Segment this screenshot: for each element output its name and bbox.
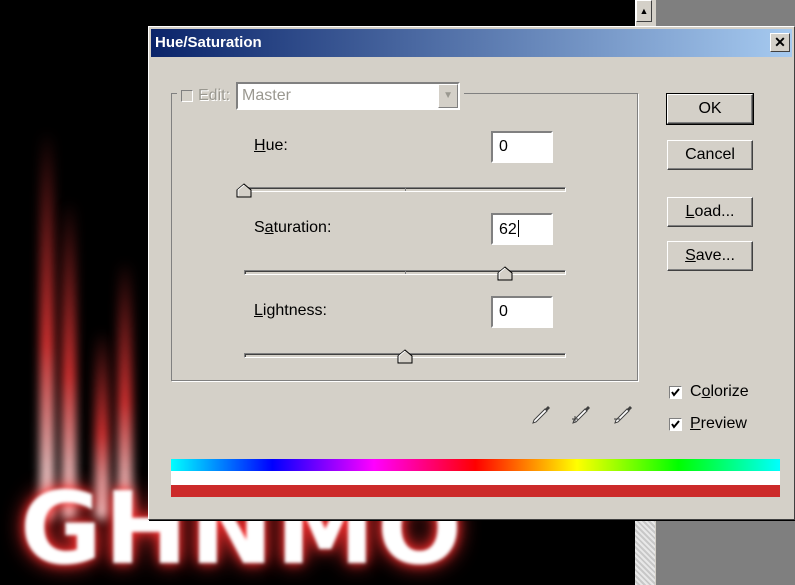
eyedropper-icon[interactable] (529, 403, 553, 427)
edit-legend: Edit: Master ▼ (177, 82, 465, 110)
close-icon: ✕ (774, 34, 786, 50)
hue-saturation-dialog: Hue/Saturation ✕ Edit: Master ▼ Hue: 0 S… (148, 26, 795, 520)
edit-group-box (171, 93, 638, 381)
colorize-checkbox[interactable]: Colorize (669, 383, 749, 401)
saturation-label: Saturation: (254, 219, 332, 236)
chevron-down-icon[interactable]: ▼ (438, 84, 459, 108)
ok-button[interactable]: OK (666, 93, 754, 125)
lightness-input[interactable]: 0 (491, 296, 553, 328)
scrollbar-track[interactable] (635, 520, 655, 585)
lightness-label: Lightness: (254, 302, 327, 319)
hue-slider-thumb[interactable] (236, 183, 252, 198)
close-button[interactable]: ✕ (770, 33, 790, 52)
output-spectrum-bar (171, 485, 780, 497)
saturation-input[interactable]: 62 (491, 213, 553, 245)
dialog-title: Hue/Saturation (155, 34, 262, 51)
lightness-slider-thumb[interactable] (397, 349, 413, 364)
checkmark-icon[interactable] (669, 385, 682, 399)
saturation-slider-track[interactable] (244, 270, 566, 275)
eyedropper-minus-icon[interactable] (611, 403, 635, 427)
colorize-label: Colorize (690, 383, 749, 400)
save-button[interactable]: Save... (667, 241, 753, 271)
edit-checkbox (181, 90, 193, 102)
hue-label: Hue: (254, 137, 288, 154)
input-spectrum-bar (171, 459, 780, 471)
cancel-button[interactable]: Cancel (667, 140, 753, 170)
preview-label: Preview (690, 415, 747, 432)
edit-dropdown-value: Master (242, 87, 291, 104)
preview-checkbox[interactable]: Preview (669, 415, 747, 433)
hue-slider-track[interactable] (244, 187, 566, 192)
glow-streak (40, 130, 54, 520)
edit-dropdown[interactable]: Master ▼ (236, 82, 461, 110)
scroll-up-button[interactable]: ▲ (636, 0, 652, 22)
edit-label: Edit: (198, 87, 231, 104)
load-button[interactable]: Load... (667, 197, 753, 227)
checkmark-icon[interactable] (669, 417, 682, 431)
spectrum-separator (171, 471, 780, 485)
hue-input[interactable]: 0 (491, 131, 553, 163)
eyedropper-plus-icon[interactable] (569, 403, 593, 427)
text-caret (517, 220, 519, 237)
saturation-slider-thumb[interactable] (497, 266, 513, 281)
title-bar[interactable]: Hue/Saturation ✕ (151, 29, 792, 57)
